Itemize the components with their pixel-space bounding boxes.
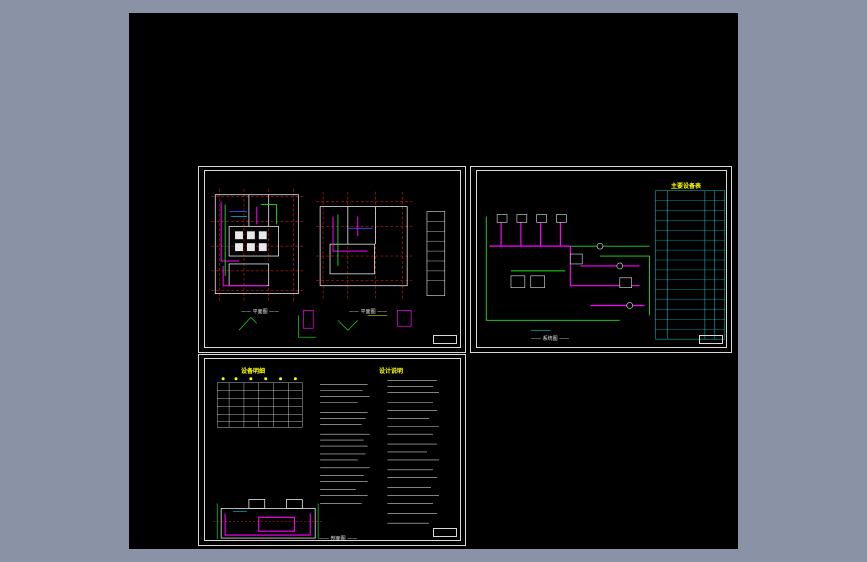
title-block xyxy=(699,335,723,344)
schedule-table-title: 设备明细 xyxy=(241,368,266,375)
floor-plan-drawing xyxy=(211,188,446,338)
title-block xyxy=(433,528,457,537)
plan-caption-right: —— 平面图 —— xyxy=(349,309,388,315)
drawing-sheet-system[interactable]: 主要设备表 —— 系统图 —— xyxy=(470,166,732,353)
cad-viewport[interactable]: —— 平面图 —— —— 平面图 —— 主要设备表 —— 系统图 —— 设备明细… xyxy=(129,13,738,549)
drawing-sheet-notes[interactable]: 设备明细 设计说明 —— 剖面图 —— xyxy=(198,354,466,546)
equipment-table-title: 主要设备表 xyxy=(671,183,702,190)
notes-and-section-drawing xyxy=(213,377,439,540)
title-block xyxy=(433,335,457,344)
drawing-sheet-plans[interactable]: —— 平面图 —— —— 平面图 —— xyxy=(198,166,466,353)
design-notes-title: 设计说明 xyxy=(379,368,404,375)
piping-system-diagram xyxy=(485,190,725,340)
plan-caption-left: —— 平面图 —— xyxy=(241,309,280,315)
system-caption: —— 系统图 —— xyxy=(531,336,570,342)
section-caption: —— 剖面图 —— xyxy=(319,536,358,542)
